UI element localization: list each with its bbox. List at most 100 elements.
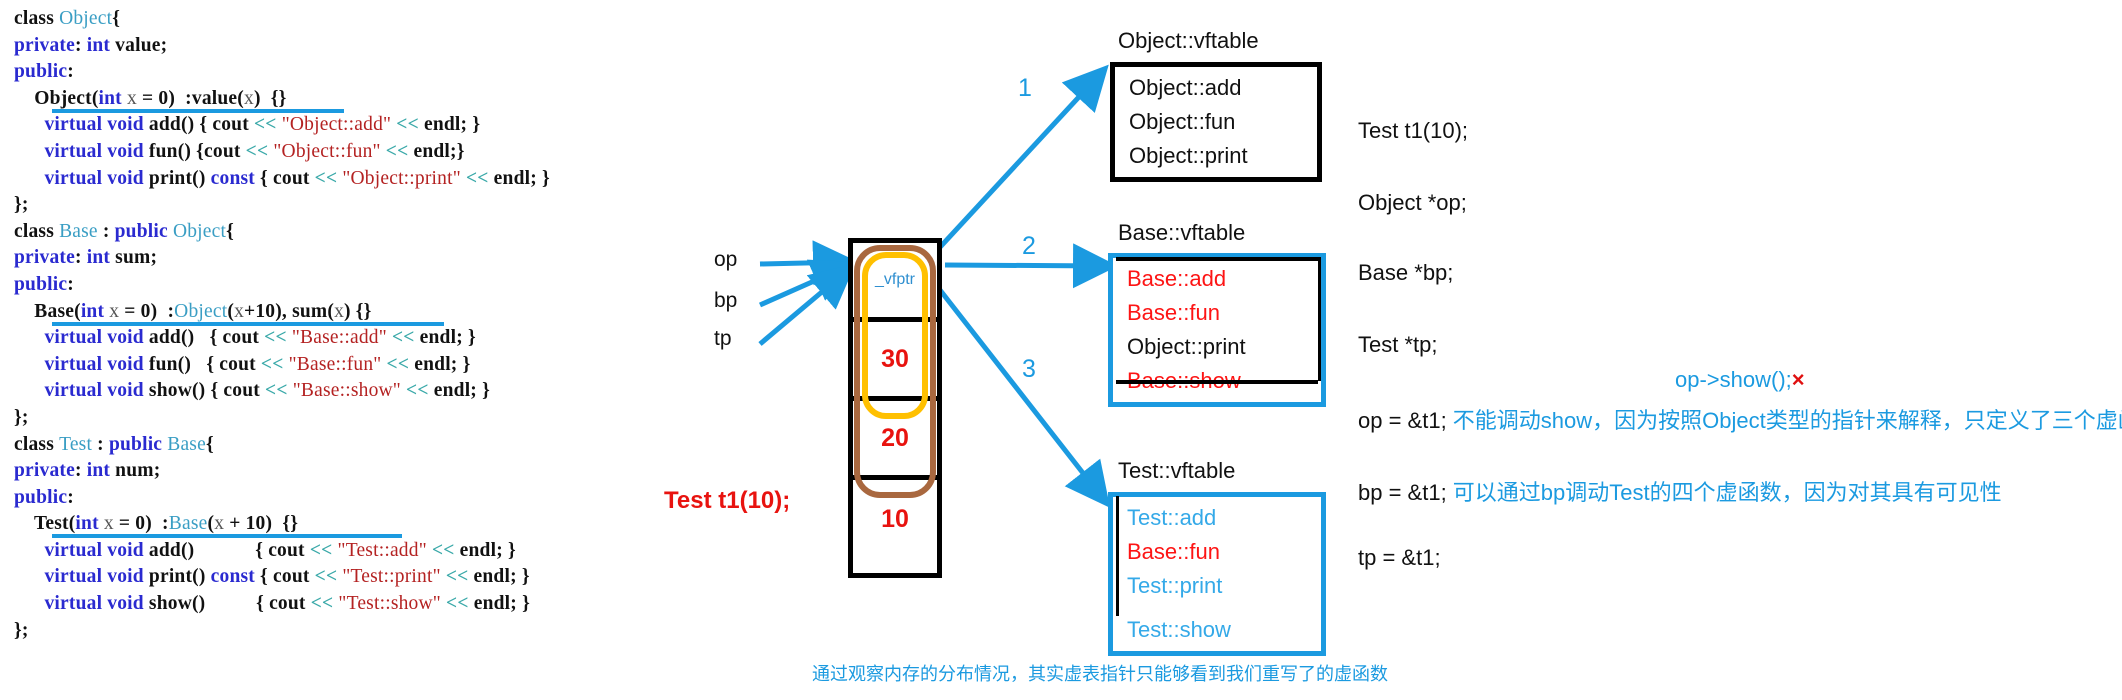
code-token: "Base::fun" <box>288 353 382 375</box>
code-token: virtual <box>44 140 103 162</box>
code-token: print() <box>143 566 211 588</box>
code-token: int <box>80 300 105 322</box>
code-token: public <box>14 273 68 295</box>
code-token: << <box>310 593 334 615</box>
code-token: int <box>98 87 122 109</box>
code-token: endl; } <box>428 380 490 402</box>
object-vftable-entry: Object::fun <box>1129 109 1236 134</box>
memory-cell-value: 20 <box>853 401 937 480</box>
base-vftable-entry: Base::fun <box>1127 300 1220 325</box>
pointer-label-op: op <box>714 248 738 271</box>
op-show-call-annotation: op->show();× <box>1675 367 1805 393</box>
code-token: << <box>445 566 469 588</box>
code-token: class <box>14 220 60 242</box>
assignment-op: op = &t1; 不能调动show，因为按照Object类型的指针来解释，只定… <box>1358 403 2122 435</box>
op-show-call-text: op->show(); <box>1675 367 1792 392</box>
code-line: Test(int x = 0) :Base(x + 10) {} <box>14 511 844 539</box>
code-token: "Object::print" <box>342 167 461 189</box>
code-token: void <box>107 380 144 402</box>
code-token: virtual <box>44 114 103 136</box>
code-token: "Base::add" <box>291 327 387 349</box>
code-token: sum; <box>110 247 158 269</box>
right-decl-base-bp: Base *bp; <box>1358 260 1454 285</box>
code-token: fun() {cout <box>143 140 246 162</box>
code-token: : <box>67 273 74 295</box>
code-line: virtual void print() const { cout << "Ob… <box>14 166 844 193</box>
code-token: endl; } <box>468 566 530 588</box>
code-token: virtual <box>44 380 103 402</box>
code-line: class Test : public Base{ <box>14 432 844 459</box>
pointer-label-bp: bp <box>714 289 738 312</box>
code-line: }; <box>14 192 844 219</box>
code-token: << <box>264 327 287 349</box>
code-token: "Test::print" <box>342 566 441 588</box>
code-token: void <box>107 539 144 561</box>
code-token: show() { cout <box>143 380 266 402</box>
code-token: void <box>107 327 144 349</box>
code-token: Test <box>14 513 69 535</box>
code-line: virtual void fun() { cout << "Base::fun"… <box>14 352 844 379</box>
code-token: +10), sum <box>244 300 328 322</box>
code-token: ( <box>237 87 244 109</box>
object-vftable-entry: Object::print <box>1129 143 1248 168</box>
code-token: << <box>446 593 469 615</box>
memory-cell-value: 30 <box>853 322 937 401</box>
code-token: << <box>465 167 489 189</box>
assignment-op-note: 不能调动show，因为按照Object类型的指针来解释，只定义了三个虚函数 <box>1452 408 2122 433</box>
code-line: }; <box>14 618 844 645</box>
code-token: : <box>67 486 74 508</box>
base-vftable-entry: Object::print <box>1127 334 1246 359</box>
test-vftable-title: Test::vftable <box>1118 458 1236 483</box>
vfptr-to-base-vftable-arrow <box>944 243 1118 289</box>
code-token: endl;} <box>408 140 465 162</box>
code-token: virtual <box>44 593 103 615</box>
object-memory-layout: _vfptr 30 20 10 <box>848 238 942 578</box>
code-token: int <box>86 247 111 269</box>
code-token: = <box>136 87 159 109</box>
code-token: << <box>396 114 419 136</box>
assignment-op-code: op = &t1; <box>1358 408 1453 433</box>
code-token: x <box>109 300 120 322</box>
arrow-number-3: 3 <box>1022 355 1036 383</box>
code-line: virtual void add() { cout << "Test::add"… <box>14 538 844 565</box>
code-token: "Object::fun" <box>273 140 381 162</box>
code-token: Base <box>59 220 98 242</box>
code-token: show() { cout <box>143 593 311 615</box>
code-token: x <box>214 513 225 535</box>
code-token: const <box>210 566 255 588</box>
code-token: : <box>74 247 87 269</box>
code-token: : <box>97 220 115 242</box>
code-token: add() { cout <box>143 327 265 349</box>
memory-cell-value: 10 <box>881 505 909 533</box>
code-token: = <box>113 513 136 535</box>
code-token: { <box>112 8 121 29</box>
code-line: private: int value; <box>14 33 844 60</box>
code-token: void <box>107 566 144 588</box>
code-token: << <box>260 353 284 375</box>
right-decl-object-op: Object *op; <box>1358 190 1467 215</box>
code-line: virtual void fun() {cout << "Object::fun… <box>14 139 844 166</box>
code-token: << <box>265 380 288 402</box>
pointer-label-tp: tp <box>714 327 732 350</box>
code-token: << <box>431 539 455 561</box>
code-line: virtual void show() { cout << "Base::sho… <box>14 378 844 405</box>
code-token: << <box>309 539 333 561</box>
code-token: void <box>107 167 144 189</box>
arrow-number-2: 2 <box>1022 232 1036 260</box>
code-token: public <box>14 486 68 508</box>
code-token: ) : <box>145 513 169 535</box>
op-show-invalid-mark: × <box>1791 367 1805 392</box>
assignment-tp: tp = &t1; <box>1358 545 1441 571</box>
code-token: << <box>406 380 429 402</box>
assignment-bp-note: 可以通过bp调动Test的四个虚函数，因为对其具有可见性 <box>1452 480 2002 505</box>
code-token: add() { cout <box>143 114 254 136</box>
code-token: endl; } <box>468 593 530 615</box>
code-token: void <box>107 114 144 136</box>
code-token: }; <box>14 619 29 641</box>
code-token: private <box>14 247 75 269</box>
code-line: virtual void print() const { cout << "Te… <box>14 564 844 591</box>
code-token: : <box>92 433 109 455</box>
code-line: virtual void show() { cout << "Test::sho… <box>14 591 844 618</box>
assignment-bp: bp = &t1; 可以通过bp调动Test的四个虚函数，因为对其具有可见性 <box>1358 475 2002 507</box>
